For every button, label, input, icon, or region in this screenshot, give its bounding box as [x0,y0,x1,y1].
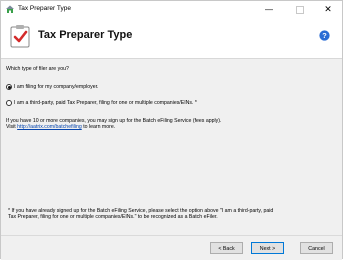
radio-button-selected[interactable] [6,84,12,91]
title-bar: Tax Preparer Type — ✕ [1,1,342,18]
button-bar: < Back Next > Cancel [1,235,342,260]
question-label: Which type of filer are you? [6,66,69,72]
minimize-button[interactable]: — [258,1,280,18]
learn-more-label: to learn more. [81,124,116,131]
option-third-party-label: I am a third-party, paid Tax Preparer, f… [14,100,197,106]
help-icon[interactable]: ? [319,30,330,41]
app-icon [6,5,14,13]
window-title: Tax Preparer Type [18,5,71,12]
wizard-header: Tax Preparer Type ? [1,18,342,59]
radio-button[interactable] [6,100,12,107]
dialog-window: Tax Preparer Type — ✕ Tax Preparer Type … [0,0,343,260]
close-button[interactable]: ✕ [317,1,339,18]
batch-note: If you have 10 or more companies, you ma… [6,118,221,131]
option-company-radio[interactable]: I am filing for my company/employer. [6,84,99,91]
visit-label: Visit [6,124,18,131]
batch-efiling-link[interactable]: http://aatrix.com/batchefiling [17,124,82,130]
cancel-button[interactable]: Cancel [300,242,333,254]
option-third-party-radio[interactable]: I am a third-party, paid Tax Preparer, f… [6,100,197,107]
batch-note-line2: Visit http://aatrix.com/batchefiling to … [6,124,221,130]
back-button[interactable]: < Back [210,242,243,254]
page-title: Tax Preparer Type [38,29,133,41]
maximize-button [289,1,311,18]
option-company-label: I am filing for my company/employer. [14,84,99,90]
footnote: * If you have already signed up for the … [8,208,273,221]
svg-text:?: ? [322,31,327,40]
footnote-line2: Tax Preparer, filing for one or multiple… [8,214,218,221]
maximize-icon [296,5,304,14]
content-area: Which type of filer are you? I am filing… [1,59,342,235]
clipboard-check-icon [10,25,30,48]
next-button[interactable]: Next > [251,242,284,254]
